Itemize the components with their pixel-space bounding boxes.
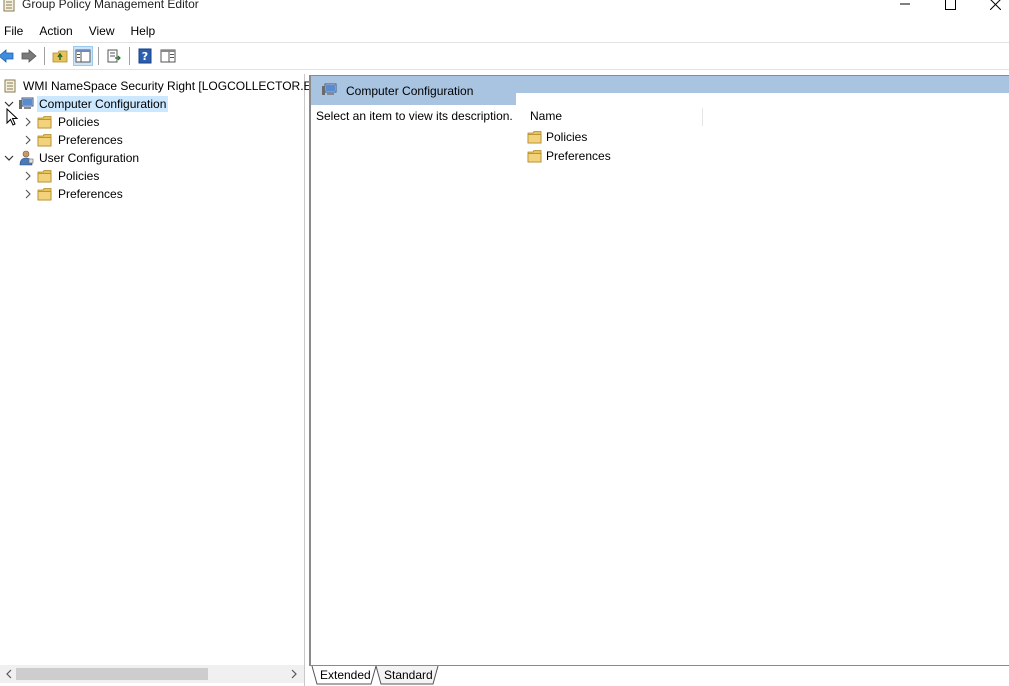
chevron-right-icon[interactable] xyxy=(22,170,34,182)
column-header-name[interactable]: Name xyxy=(529,108,703,126)
window-title: Group Policy Management Editor xyxy=(22,0,199,11)
console-tree: WMI NameSpace Security Right [LOGCOLLECT… xyxy=(0,74,322,686)
folder-icon xyxy=(527,130,543,144)
list-item-policies[interactable]: Policies xyxy=(527,128,587,146)
toolbar-separator xyxy=(98,47,99,65)
maximize-icon xyxy=(944,0,956,10)
back-arrow-icon xyxy=(0,49,14,63)
chevron-right-icon[interactable] xyxy=(22,188,34,200)
tree-label-computer-preferences: Preferences xyxy=(58,133,123,147)
show-action-pane-button[interactable] xyxy=(158,46,178,66)
user-config-icon xyxy=(18,150,34,166)
gpo-document-icon xyxy=(2,78,18,94)
toolbar-separator xyxy=(44,47,45,65)
toolbar-separator xyxy=(129,47,130,65)
tree-node-user-preferences[interactable]: Preferences xyxy=(22,185,125,203)
tree-node-computer-policies[interactable]: Policies xyxy=(22,113,101,131)
show-hide-tree-icon xyxy=(75,49,91,63)
scrollbar-thumb[interactable] xyxy=(16,668,208,680)
tree-horizontal-scrollbar[interactable] xyxy=(0,665,304,683)
properties-pane-icon xyxy=(160,49,176,63)
tree-node-computer-configuration[interactable]: Computer Configuration xyxy=(3,95,169,113)
list-item-preferences[interactable]: Preferences xyxy=(527,147,611,165)
up-one-level-button[interactable] xyxy=(50,46,70,66)
mouse-cursor-icon xyxy=(6,108,18,126)
folder-icon xyxy=(527,149,543,163)
toolbar: ? xyxy=(0,44,1009,68)
tab-extended[interactable]: Extended xyxy=(320,668,371,682)
tree-node-user-policies[interactable]: Policies xyxy=(22,167,101,185)
export-list-button[interactable] xyxy=(104,46,124,66)
tree-label-user-preferences: Preferences xyxy=(58,187,123,201)
close-icon xyxy=(989,0,1001,10)
tree-node-user-configuration[interactable]: User Configuration xyxy=(3,149,141,167)
folder-icon xyxy=(37,132,53,148)
show-hide-console-tree-button[interactable] xyxy=(73,46,93,66)
scroll-left-icon[interactable] xyxy=(2,667,16,681)
gpo-app-icon xyxy=(3,0,15,12)
computer-config-icon xyxy=(18,96,34,112)
help-button[interactable]: ? xyxy=(135,46,155,66)
menu-bar: File Action View Help xyxy=(0,20,1009,42)
chevron-down-icon[interactable] xyxy=(3,152,15,164)
folder-icon xyxy=(37,114,53,130)
menu-help[interactable]: Help xyxy=(131,24,163,38)
tab-standard[interactable]: Standard xyxy=(384,668,433,682)
tree-label-user-policies: Policies xyxy=(58,169,100,183)
title-bar: Group Policy Management Editor xyxy=(0,0,1009,14)
chevron-right-icon[interactable] xyxy=(22,116,34,128)
back-button[interactable] xyxy=(0,46,16,66)
help-icon: ? xyxy=(138,48,152,64)
tree-node-computer-preferences[interactable]: Preferences xyxy=(22,131,125,149)
details-header-title: Computer Configuration xyxy=(346,84,474,98)
details-pane: Computer Configuration Select an item to… xyxy=(309,75,1009,665)
minimize-button[interactable] xyxy=(882,0,928,14)
view-tabs: Extended Standard xyxy=(309,665,1009,686)
item-description: Select an item to view its description. xyxy=(316,109,513,123)
tree-label-computer-configuration: Computer Configuration xyxy=(37,96,169,112)
toolbar-divider xyxy=(0,69,1009,70)
tree-label-computer-policies: Policies xyxy=(58,115,100,129)
tree-label-root: WMI NameSpace Security Right [LOGCOLLECT… xyxy=(23,79,322,93)
tree-node-root[interactable]: WMI NameSpace Security Right [LOGCOLLECT… xyxy=(2,77,324,95)
forward-button[interactable] xyxy=(19,46,39,66)
folder-icon xyxy=(37,168,53,184)
list-item-label: Policies xyxy=(546,130,588,144)
export-list-icon xyxy=(107,49,121,63)
up-folder-icon xyxy=(52,50,68,63)
tree-label-user-configuration: User Configuration xyxy=(39,151,140,165)
computer-config-icon xyxy=(322,83,337,95)
menu-action[interactable]: Action xyxy=(39,24,79,38)
close-button[interactable] xyxy=(972,0,1009,14)
forward-arrow-icon xyxy=(21,49,37,63)
scroll-right-icon[interactable] xyxy=(287,667,301,681)
svg-text:?: ? xyxy=(142,50,148,63)
menu-file[interactable]: File xyxy=(4,24,30,38)
minimize-icon xyxy=(899,3,910,5)
chevron-right-icon[interactable] xyxy=(22,134,34,146)
list-item-label: Preferences xyxy=(546,149,611,163)
folder-icon xyxy=(37,186,53,202)
menu-divider xyxy=(0,42,1009,43)
menu-view[interactable]: View xyxy=(89,24,122,38)
maximize-button[interactable] xyxy=(927,0,973,14)
